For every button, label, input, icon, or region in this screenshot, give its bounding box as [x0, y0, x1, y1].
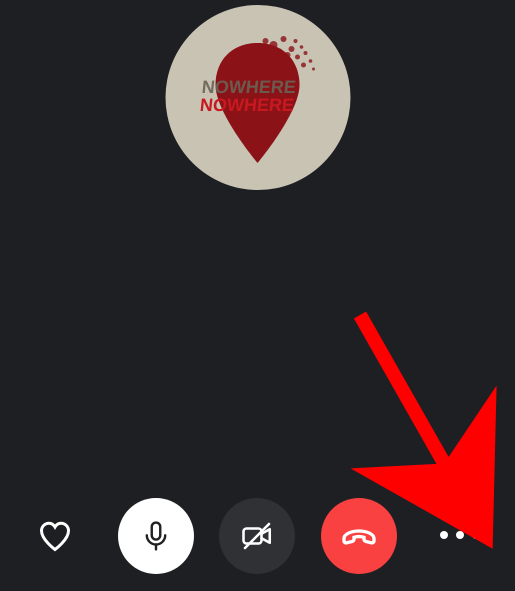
heart-icon — [37, 518, 73, 554]
react-button[interactable] — [36, 517, 74, 555]
more-options-button[interactable] — [440, 531, 480, 541]
hang-up-icon — [339, 516, 379, 556]
call-action-bar — [0, 491, 515, 581]
nowhere-logo-icon: NOWHERE NOWHERE — [165, 5, 350, 190]
more-options-icon — [440, 531, 480, 541]
avatar-text-upper: NOWHERE — [200, 77, 296, 97]
end-call-button[interactable] — [321, 498, 397, 574]
video-toggle-button[interactable] — [219, 498, 295, 574]
video-off-icon — [239, 518, 275, 554]
avatar-text-lower: NOWHERE — [198, 95, 294, 115]
contact-avatar: NOWHERE NOWHERE — [165, 5, 350, 190]
microphone-icon — [139, 519, 173, 553]
mute-button[interactable] — [118, 498, 194, 574]
